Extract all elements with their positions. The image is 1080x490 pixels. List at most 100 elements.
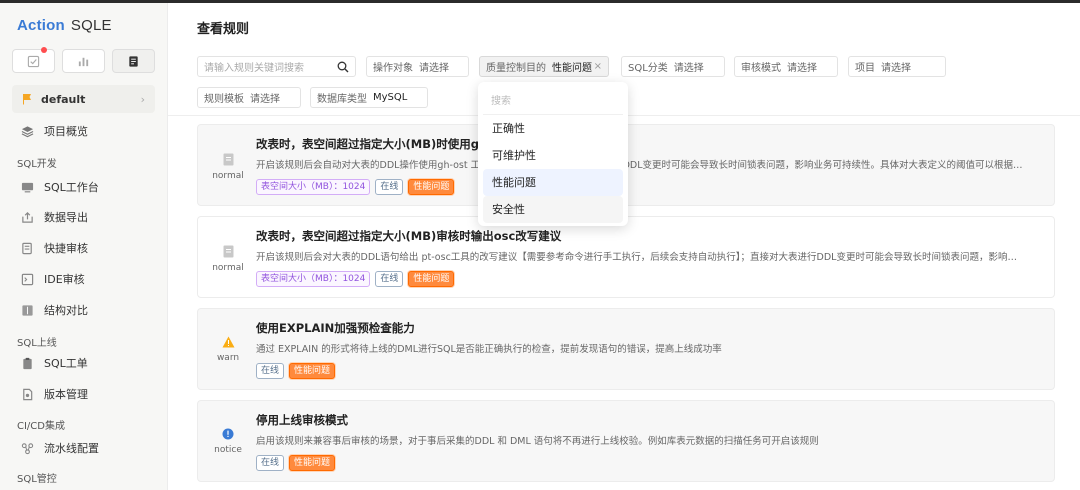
sidebar-item-label: 流水线配置 (44, 442, 99, 455)
todo-button[interactable] (12, 47, 55, 73)
rule-tags: 表空间大小（MB）：1024 在线 性能问题 (256, 179, 455, 195)
sidebar: Action SQLE default › 项目概览 SQL开发 SQL工作台 数 (0, 3, 168, 490)
dropdown-option-security[interactable]: 安全性 (483, 196, 623, 223)
rule-card[interactable]: notice 停用上线审核模式 启用该规则来兼容事后审核的场景，对于事后采集的D… (197, 400, 1055, 482)
project-name: default (41, 92, 86, 106)
sidebar-group-manage: SQL管控 (17, 474, 57, 485)
version-icon (20, 387, 34, 401)
dropdown-option-maintainability[interactable]: 可维护性 (483, 142, 623, 169)
compare-icon (20, 303, 34, 317)
dropdown-option-performance[interactable]: 性能问题 (483, 169, 623, 196)
chevron-right-icon: › (140, 92, 145, 106)
sidebar-item-label: SQL工单 (44, 357, 88, 370)
tag-online: 在线 (256, 363, 285, 379)
rule-card[interactable]: normal 改表时，表空间超过指定大小(MB)审核时输出osc改写建议 开启该… (197, 216, 1055, 298)
sidebar-item-version[interactable]: 版本管理 (20, 386, 88, 402)
sidebar-item-export[interactable]: 数据导出 (20, 209, 88, 225)
sidebar-item-pipeline[interactable]: 流水线配置 (20, 440, 99, 456)
rule-description: 开启该规则后会自动对大表的DDL操作使用gh-ost 工具进行在线改表；直接对大… (256, 160, 1026, 171)
rule-description: 开启该规则后会对大表的DDL语句给出 pt-osc工具的改写建议【需要参考命令进… (256, 252, 1026, 263)
sidebar-item-overview[interactable]: 项目概览 (20, 123, 88, 139)
warning-icon (222, 336, 234, 348)
db-type-label: 数据库类型 (317, 94, 367, 105)
rule-template-select[interactable]: 规则模板 请选择 (197, 87, 301, 108)
rule-card[interactable]: warn 使用EXPLAIN加强预检查能力 通过 EXPLAIN 的形式将待上线… (197, 308, 1055, 390)
operation-object-select[interactable]: 操作对象 请选择 (366, 56, 469, 77)
search-icon (337, 61, 349, 72)
rule-description: 启用该规则来兼容事后审核的场景，对于事后采集的DDL 和 DML 语句将不再进行… (256, 436, 819, 447)
level-indicator: normal (198, 153, 258, 181)
purpose-value: 性能问题 (552, 63, 592, 74)
logo-brand: Action (17, 17, 65, 34)
document-icon (129, 55, 138, 67)
sidebar-item-label: 项目概览 (44, 125, 88, 138)
sidebar-item-label: IDE审核 (44, 273, 85, 286)
rule-tags: 在线 性能问题 (256, 455, 336, 471)
level-indicator: notice (198, 428, 258, 455)
sidebar-item-ticket[interactable]: SQL工单 (20, 355, 88, 371)
monitor-icon (20, 180, 34, 194)
template-placeholder: 请选择 (250, 94, 280, 105)
rule-tags: 表空间大小（MB）：1024 在线 性能问题 (256, 271, 455, 287)
tag-performance: 性能问题 (408, 179, 455, 195)
layers-icon (20, 124, 34, 138)
normal-level-icon (223, 153, 233, 166)
level-text: notice (214, 445, 242, 455)
audit-mode-select[interactable]: 审核模式 请选择 (734, 56, 838, 77)
rule-title: 改表时，表空间超过指定大小(MB)审核时输出osc改写建议 (256, 229, 562, 243)
tag-online: 在线 (256, 455, 285, 471)
quality-purpose-select[interactable]: 质量控制目的 性能问题 × (479, 56, 609, 77)
tag-online: 在线 (375, 271, 404, 287)
db-type-value: MySQL (373, 92, 408, 103)
notification-dot (41, 47, 47, 53)
pipeline-icon (20, 441, 34, 455)
sql-category-placeholder: 请选择 (673, 63, 704, 74)
project-filter-select[interactable]: 项目 请选择 (848, 56, 946, 77)
level-indicator: normal (198, 245, 258, 273)
level-text: warn (216, 353, 240, 363)
stats-button[interactable] (62, 49, 105, 73)
param-tag: 表空间大小（MB）：1024 (256, 179, 371, 195)
info-icon (222, 428, 234, 440)
sidebar-item-ide-audit[interactable]: IDE审核 (20, 271, 85, 287)
tag-performance: 性能问题 (289, 455, 336, 471)
sidebar-item-label: 快捷审核 (44, 242, 88, 255)
sidebar-item-label: SQL工作台 (44, 181, 99, 194)
purpose-label: 质量控制目的 (486, 63, 546, 74)
app-logo[interactable]: Action SQLE (17, 17, 112, 34)
export-icon (20, 210, 34, 224)
dropdown-option-correctness[interactable]: 正确性 (483, 115, 623, 142)
normal-level-icon (223, 245, 233, 258)
level-text: normal (212, 171, 244, 181)
db-type-select[interactable]: 数据库类型 MySQL (310, 87, 428, 108)
audit-mode-placeholder: 请选择 (787, 63, 817, 74)
checkbox-icon (27, 55, 40, 67)
sidebar-item-compare[interactable]: 结构对比 (20, 302, 88, 318)
rule-tags: 在线 性能问题 (256, 363, 336, 379)
sidebar-item-quick-audit[interactable]: 快捷审核 (20, 240, 88, 256)
main-content: 查看规则 请输入规则关键词搜索 操作对象 请选择 质量控制目的 性能问题 × S… (168, 3, 1080, 490)
page-title: 查看规则 (197, 22, 250, 37)
rule-description: 通过 EXPLAIN 的形式将待上线的DML进行SQL是否能正确执行的检查，提前… (256, 344, 722, 355)
level-text: normal (212, 263, 244, 273)
level-indicator: warn (198, 336, 258, 363)
operation-placeholder: 请选择 (419, 63, 449, 74)
project-selector[interactable]: default › (12, 85, 155, 113)
flag-icon (23, 94, 31, 105)
quick-icons (12, 47, 155, 73)
template-label: 规则模板 (204, 94, 244, 105)
dropdown-search-input[interactable]: 搜索 (483, 88, 623, 115)
tag-performance: 性能问题 (408, 271, 455, 287)
sidebar-item-workbench[interactable]: SQL工作台 (20, 179, 99, 195)
rule-search-input[interactable]: 请输入规则关键词搜索 (197, 56, 356, 77)
ide-icon (20, 272, 34, 286)
sql-category-select[interactable]: SQL分类 请选择 (621, 56, 725, 77)
tag-performance: 性能问题 (289, 363, 336, 379)
rules-button[interactable] (112, 49, 155, 73)
quality-purpose-dropdown: 搜索 正确性 可维护性 性能问题 安全性 (478, 82, 628, 226)
sidebar-item-label: 数据导出 (44, 211, 88, 224)
operation-label: 操作对象 (373, 63, 413, 74)
project-label: 项目 (855, 63, 875, 74)
param-tag: 表空间大小（MB）：1024 (256, 271, 371, 287)
clear-icon[interactable]: × (594, 61, 602, 72)
